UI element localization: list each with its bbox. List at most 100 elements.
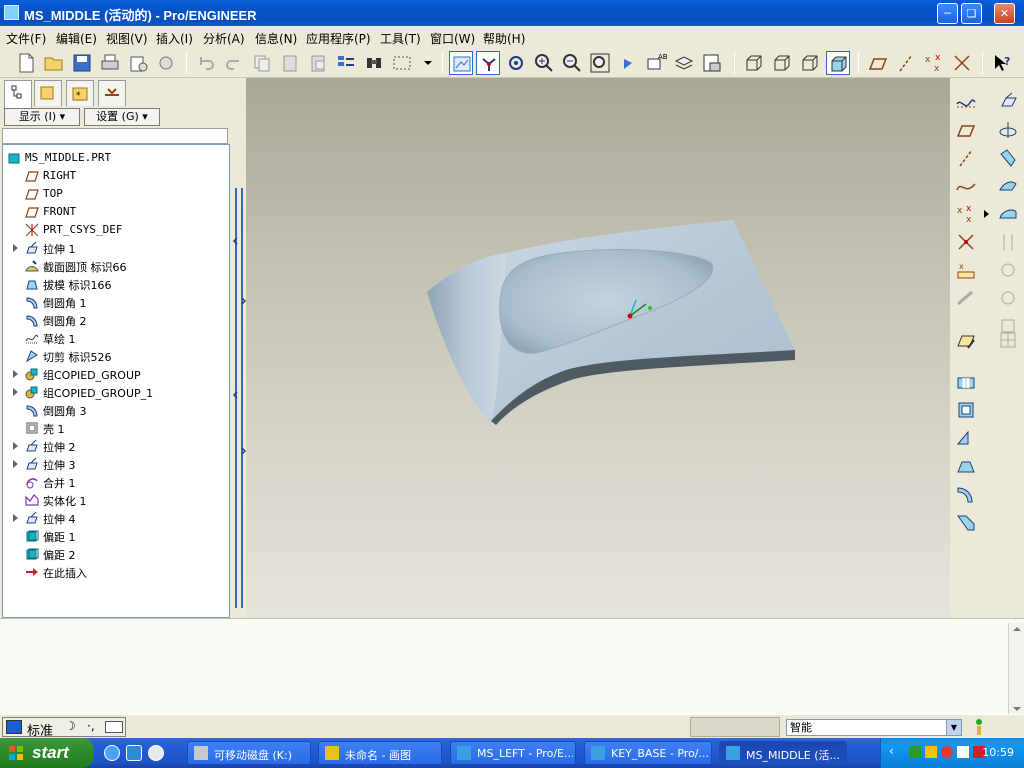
menu-file[interactable]: 文件(F) bbox=[6, 30, 46, 47]
message-scrollbar[interactable] bbox=[1008, 623, 1024, 715]
expand-arrow-icon[interactable] bbox=[13, 442, 18, 450]
taskbar-button[interactable]: KEY_BASE - Pro/... bbox=[584, 741, 712, 765]
blend-tool-icon[interactable] bbox=[996, 174, 1020, 198]
show-desktop-icon[interactable] bbox=[126, 745, 142, 761]
open-folder-icon[interactable] bbox=[42, 51, 66, 75]
boundary-blend-tool-icon[interactable] bbox=[996, 202, 1020, 226]
email-icon[interactable] bbox=[126, 51, 150, 75]
datum-points-toggle-icon[interactable]: xxx bbox=[922, 51, 946, 75]
model-viewport[interactable] bbox=[246, 78, 950, 618]
rib-tool-icon[interactable] bbox=[954, 426, 978, 450]
datum-axis-tool-icon[interactable] bbox=[954, 146, 978, 170]
menu-insert[interactable]: 插入(I) bbox=[156, 30, 193, 47]
taskbar-button[interactable]: MS_LEFT - Pro/E... bbox=[450, 741, 576, 765]
datum-point-tool-icon[interactable]: xxx bbox=[954, 202, 978, 226]
punctuation-icon[interactable]: ·, bbox=[87, 719, 95, 733]
shell-tool-icon[interactable] bbox=[954, 398, 978, 422]
selection-filter-select[interactable]: 智能 ▼ bbox=[786, 719, 962, 736]
variable-sweep-tool-icon[interactable] bbox=[996, 230, 1020, 254]
tree-filter-field[interactable] bbox=[2, 128, 228, 144]
menu-tools[interactable]: 工具(T) bbox=[380, 30, 421, 47]
tab-favorites[interactable]: * bbox=[66, 80, 94, 106]
selection-dropdown-icon[interactable] bbox=[416, 51, 432, 75]
taskbar-button[interactable]: 可移动磁盘 (K:) bbox=[187, 741, 311, 765]
close-button[interactable]: ✕ bbox=[994, 3, 1015, 24]
layers-icon[interactable] bbox=[672, 51, 696, 75]
saved-views-icon[interactable]: AB bbox=[644, 51, 668, 75]
tray-app-icon[interactable] bbox=[957, 746, 969, 758]
revolve-tool-icon[interactable] bbox=[996, 118, 1020, 142]
undo-icon[interactable] bbox=[194, 51, 218, 75]
ime-mode-label[interactable]: 标准 bbox=[27, 720, 53, 739]
datum-point-flyout-arrow[interactable] bbox=[982, 206, 992, 230]
menu-view[interactable]: 视图(V) bbox=[106, 30, 148, 47]
disabled-tool-2-icon[interactable] bbox=[996, 286, 1020, 310]
datum-axes-toggle-icon[interactable] bbox=[894, 51, 918, 75]
csys-toggle-icon[interactable] bbox=[950, 51, 974, 75]
find-icon[interactable] bbox=[362, 51, 386, 75]
no-hidden-icon[interactable] bbox=[798, 51, 822, 75]
datum-sketch-tool-icon[interactable] bbox=[954, 286, 978, 310]
refit-icon[interactable] bbox=[588, 51, 612, 75]
tab-connections[interactable] bbox=[98, 80, 126, 106]
media-player-icon[interactable] bbox=[148, 745, 164, 761]
extrude-tool-icon[interactable] bbox=[996, 90, 1020, 114]
half-width-icon[interactable]: ☽ bbox=[65, 719, 76, 733]
disabled-tool-4-icon[interactable] bbox=[996, 328, 1020, 352]
menu-analysis[interactable]: 分析(A) bbox=[203, 30, 245, 47]
tab-model-tree[interactable] bbox=[4, 80, 32, 108]
context-help-icon[interactable]: ? bbox=[990, 51, 1014, 75]
paste-special-icon[interactable] bbox=[306, 51, 330, 75]
view-manager-icon[interactable] bbox=[700, 51, 724, 75]
repaint-icon[interactable] bbox=[449, 51, 473, 75]
chevron-down-icon[interactable]: ▼ bbox=[946, 720, 961, 735]
expand-arrow-icon[interactable] bbox=[13, 514, 18, 522]
expand-arrow-icon[interactable] bbox=[13, 388, 18, 396]
datum-csys-tool-icon[interactable] bbox=[954, 230, 978, 254]
datum-plane-tool-icon[interactable] bbox=[954, 118, 978, 142]
expand-arrow-icon[interactable] bbox=[13, 460, 18, 468]
panel-splitter[interactable] bbox=[232, 78, 246, 618]
disabled-feature-tool-icon[interactable] bbox=[996, 258, 1020, 282]
zoom-out-icon[interactable] bbox=[560, 51, 584, 75]
menu-info[interactable]: 信息(N) bbox=[255, 30, 297, 47]
settings-dropdown[interactable]: 设置 (G) ▾ bbox=[84, 108, 160, 126]
menu-window[interactable]: 窗口(W) bbox=[430, 30, 475, 47]
draft-tool-icon[interactable] bbox=[954, 454, 978, 478]
selection-box-icon[interactable] bbox=[390, 51, 414, 75]
expand-arrow-icon[interactable] bbox=[13, 370, 18, 378]
menu-applications[interactable]: 应用程序(P) bbox=[306, 30, 371, 47]
soft-keyboard-icon[interactable] bbox=[105, 721, 123, 733]
ime-icon[interactable] bbox=[6, 720, 22, 734]
taskbar-button[interactable]: 未命名 - 画图 bbox=[318, 741, 442, 765]
print-icon[interactable] bbox=[98, 51, 122, 75]
analysis-feature-icon[interactable]: x bbox=[954, 258, 978, 282]
round-tool-icon[interactable] bbox=[954, 482, 978, 506]
maximize-button[interactable]: ❏ bbox=[961, 3, 982, 24]
regenerate-icon[interactable] bbox=[334, 51, 358, 75]
datum-planes-toggle-icon[interactable] bbox=[866, 51, 890, 75]
paste-icon[interactable] bbox=[278, 51, 302, 75]
show-dropdown[interactable]: 显示 (I) ▾ bbox=[4, 108, 80, 126]
reorient-icon[interactable] bbox=[616, 51, 640, 75]
datum-curve-sketch-icon[interactable] bbox=[954, 90, 978, 114]
graphics-window[interactable] bbox=[246, 78, 950, 618]
orient-mode-icon[interactable] bbox=[504, 51, 528, 75]
expand-arrow-icon[interactable] bbox=[13, 244, 18, 252]
ime-toolbar[interactable]: 标准 ☽ ·, bbox=[2, 717, 126, 739]
redo-icon[interactable] bbox=[222, 51, 246, 75]
email-link-icon[interactable] bbox=[154, 51, 178, 75]
zoom-in-icon[interactable] bbox=[532, 51, 556, 75]
datum-curve-tool-icon[interactable] bbox=[954, 174, 978, 198]
hole-tool-icon[interactable] bbox=[954, 370, 978, 394]
sweep-tool-icon[interactable] bbox=[996, 146, 1020, 170]
menu-help[interactable]: 帮助(H) bbox=[483, 30, 525, 47]
start-button[interactable]: start bbox=[0, 738, 94, 768]
taskbar-button[interactable]: MS_MIDDLE (活... bbox=[719, 741, 847, 765]
wireframe-icon[interactable] bbox=[742, 51, 766, 75]
sketch-tool-icon[interactable] bbox=[954, 328, 978, 352]
tray-collapse-icon[interactable]: ‹ bbox=[889, 744, 894, 758]
new-file-icon[interactable] bbox=[14, 51, 38, 75]
menu-edit[interactable]: 编辑(E) bbox=[56, 30, 97, 47]
tray-network-icon[interactable] bbox=[909, 746, 921, 758]
